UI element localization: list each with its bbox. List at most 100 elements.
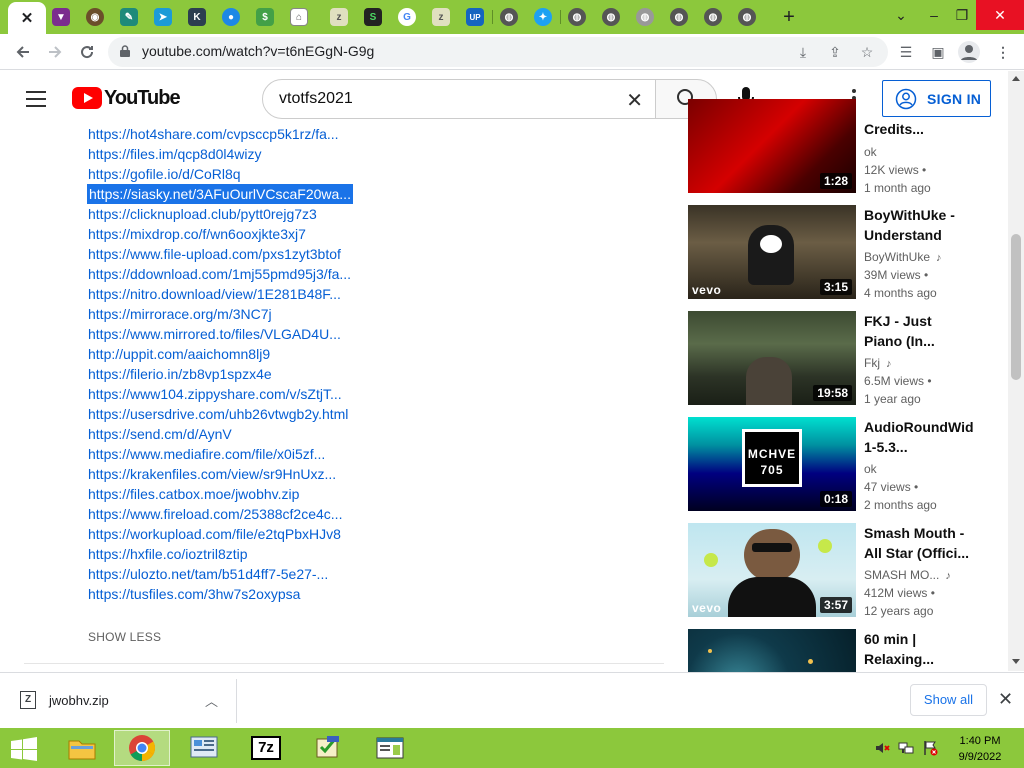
recommendation-item[interactable]: MCHVE 705 0:18 AudioRoundWid 1-5.3... ok… <box>688 417 988 512</box>
chrome-menu-icon[interactable]: ⋮ <box>994 43 1012 61</box>
action-center-flag-icon[interactable] <box>922 740 938 756</box>
description-link[interactable]: https://mixdrop.co/f/wn6ooxjkte3xj7 <box>88 224 306 244</box>
volume-muted-icon[interactable] <box>874 740 890 756</box>
taskbar-chrome[interactable] <box>114 730 170 766</box>
video-title[interactable]: FKJ - Just Piano (In... <box>864 311 984 351</box>
taskbar-task-checker[interactable] <box>300 730 356 766</box>
tab-favicon-globe-icon-4[interactable]: ◍ <box>636 8 654 26</box>
video-thumbnail[interactable]: 1:28 <box>688 99 856 193</box>
active-tab[interactable]: ✕ <box>8 2 46 34</box>
description-link[interactable]: https://hxfile.co/ioztril8ztip <box>88 544 248 564</box>
tab-favicon-kf-icon[interactable]: K <box>188 8 206 26</box>
tab-favicon-s-icon[interactable]: S <box>364 8 382 26</box>
video-thumbnail[interactable]: vevo 3:15 <box>688 205 856 299</box>
tab-favicon-globe-icon-5[interactable]: ◍ <box>670 8 688 26</box>
description-link[interactable]: http://uppit.com/aaichomn8lj9 <box>88 344 270 364</box>
taskbar-window-app[interactable] <box>362 730 418 766</box>
youtube-logo-icon[interactable] <box>72 87 102 109</box>
taskbar-7zip[interactable]: 7z <box>238 730 294 766</box>
description-link[interactable]: https://www104.zippyshare.com/v/sZtjT... <box>88 384 342 404</box>
show-all-downloads-button[interactable]: Show all <box>910 684 987 716</box>
address-bar[interactable]: youtube.com/watch?v=t6nEGgN-G9g ⤓ ⇪ ☆ <box>108 37 888 67</box>
url-text[interactable]: youtube.com/watch?v=t6nEGgN-G9g <box>142 43 374 59</box>
youtube-wordmark[interactable]: YouTube <box>104 87 181 110</box>
share-icon[interactable]: ⇪ <box>826 43 844 61</box>
search-input[interactable]: vtotfs2021 ✕ <box>262 79 656 119</box>
forward-button[interactable] <box>42 39 68 65</box>
recommendation-item[interactable]: vevo 3:15 BoyWithUke - Understand BoyWit… <box>688 205 988 300</box>
search-query-text[interactable]: vtotfs2021 <box>279 90 353 108</box>
tab-favicon-archive-icon[interactable]: z <box>330 8 348 26</box>
recommendation-item[interactable]: 60 min | Relaxing... <box>688 629 988 672</box>
download-file-name[interactable]: jwobhv.zip <box>49 693 109 708</box>
description-link[interactable]: https://ddownload.com/1mj55pmd95j3/fa... <box>88 264 351 284</box>
start-button[interactable] <box>10 737 38 761</box>
description-link[interactable]: https://filerio.in/zb8vp1spzx4e <box>88 364 272 384</box>
description-link[interactable]: https://mirrorace.org/m/3NC7j <box>88 304 272 324</box>
tab-favicon-house-icon[interactable]: ⌂ <box>290 8 308 26</box>
taskbar-control-panel[interactable] <box>176 730 232 766</box>
scroll-up-arrow-icon[interactable] <box>1012 76 1020 81</box>
scroll-down-arrow-icon[interactable] <box>1012 659 1020 664</box>
guide-menu-icon[interactable] <box>26 91 46 107</box>
install-app-icon[interactable]: ⤓ <box>794 43 812 61</box>
description-link[interactable]: https://send.cm/d/AynV <box>88 424 232 444</box>
description-link[interactable]: https://www.file-upload.com/pxs1zyt3btof <box>88 244 341 264</box>
recommendation-item[interactable]: 19:58 FKJ - Just Piano (In... Fkj ♪ 6.5M … <box>688 311 988 406</box>
channel-name[interactable]: SMASH MO... ♪ <box>864 568 951 582</box>
tab-favicon-globe-icon-2[interactable]: ◍ <box>568 8 586 26</box>
tab-favicon-globe-icon-6[interactable]: ◍ <box>704 8 722 26</box>
recommendation-item[interactable]: 1:28 Credits... ok 12K views • 1 month a… <box>688 99 988 195</box>
description-link[interactable]: https://hot4share.com/cvpsccp5k1rz/fa... <box>88 124 339 144</box>
description-link[interactable]: https://www.mediafire.com/file/x0i5zf... <box>88 444 325 464</box>
system-clock[interactable]: 1:40 PM 9/9/2022 <box>950 733 1010 765</box>
video-title[interactable]: BoyWithUke - Understand <box>864 205 984 245</box>
minimize-button[interactable]: – <box>920 0 948 30</box>
scrollbar-thumb[interactable] <box>1011 234 1021 380</box>
restore-button[interactable]: ❐ <box>948 0 976 30</box>
description-link[interactable]: https://clicknupload.club/pytt0rejg7z3 <box>88 204 317 224</box>
tab-favicon-feather-icon[interactable]: ✎ <box>120 8 138 26</box>
channel-name[interactable]: ok <box>864 462 877 476</box>
tab-favicon-purple-chevron-icon[interactable]: ▼ <box>52 8 70 26</box>
description-link[interactable]: https://nitro.download/view/1E281B48F... <box>88 284 341 304</box>
channel-name[interactable]: BoyWithUke ♪ <box>864 250 942 264</box>
description-link[interactable]: https://ulozto.net/tam/b51d4ff7-5e27-... <box>88 564 328 584</box>
new-tab-button[interactable]: + <box>778 5 800 29</box>
description-link[interactable]: https://www.mirrored.to/files/VLGAD4U... <box>88 324 341 344</box>
channel-name[interactable]: Fkj ♪ <box>864 356 892 370</box>
window-close-button[interactable]: ✕ <box>976 0 1024 30</box>
tab-favicon-globe-icon-3[interactable]: ◍ <box>602 8 620 26</box>
description-link[interactable]: https://tusfiles.com/3hw7s2oxypsa <box>88 584 300 604</box>
tab-favicon-archive-icon-2[interactable]: z <box>432 8 450 26</box>
channel-name[interactable]: ok <box>864 145 877 159</box>
tab-search-chevron-icon[interactable]: ⌄ <box>886 0 916 30</box>
tab-favicon-fish-icon[interactable]: ➤ <box>154 8 172 26</box>
reload-button[interactable] <box>74 39 100 65</box>
description-link[interactable]: https://usersdrive.com/uhb26vtwgb2y.html <box>88 404 348 424</box>
taskbar-file-explorer[interactable] <box>54 730 110 766</box>
description-link[interactable]: https://gofile.io/d/CoRl8q <box>88 164 241 184</box>
network-icon[interactable] <box>898 740 914 756</box>
page-scrollbar[interactable] <box>1008 71 1024 671</box>
side-panel-icon[interactable]: ▣ <box>929 43 947 61</box>
media-controls-icon[interactable]: ☰ <box>897 43 915 61</box>
tab-favicon-up-icon[interactable]: UP <box>466 8 484 26</box>
description-link[interactable]: https://krakenfiles.com/view/sr9HnUxz... <box>88 464 336 484</box>
tab-favicon-globe-icon-7[interactable]: ◍ <box>738 8 756 26</box>
video-title[interactable]: Smash Mouth - All Star (Offici... <box>864 523 984 563</box>
back-button[interactable] <box>10 39 36 65</box>
description-link[interactable]: https://files.im/qcp8d0l4wizy <box>88 144 262 164</box>
video-title[interactable]: AudioRoundWid 1-5.3... <box>864 417 984 457</box>
clear-search-icon[interactable]: ✕ <box>626 88 643 113</box>
tab-favicon-twitter-icon[interactable]: ✦ <box>534 8 552 26</box>
video-thumbnail[interactable]: vevo 3:57 <box>688 523 856 617</box>
video-thumbnail[interactable]: MCHVE 705 0:18 <box>688 417 856 511</box>
tab-favicon-circle-icon[interactable]: ◉ <box>86 8 104 26</box>
description-link-selected[interactable]: https://siasky.net/3AFuOurlVCscaF20wa... <box>87 184 353 204</box>
description-link[interactable]: https://files.catbox.moe/jwobhv.zip <box>88 484 299 504</box>
bookmark-star-icon[interactable]: ☆ <box>858 43 876 61</box>
video-thumbnail[interactable]: 19:58 <box>688 311 856 405</box>
tab-favicon-blue-disc-icon[interactable]: ● <box>222 8 240 26</box>
tab-favicon-google-icon[interactable]: G <box>398 8 416 26</box>
